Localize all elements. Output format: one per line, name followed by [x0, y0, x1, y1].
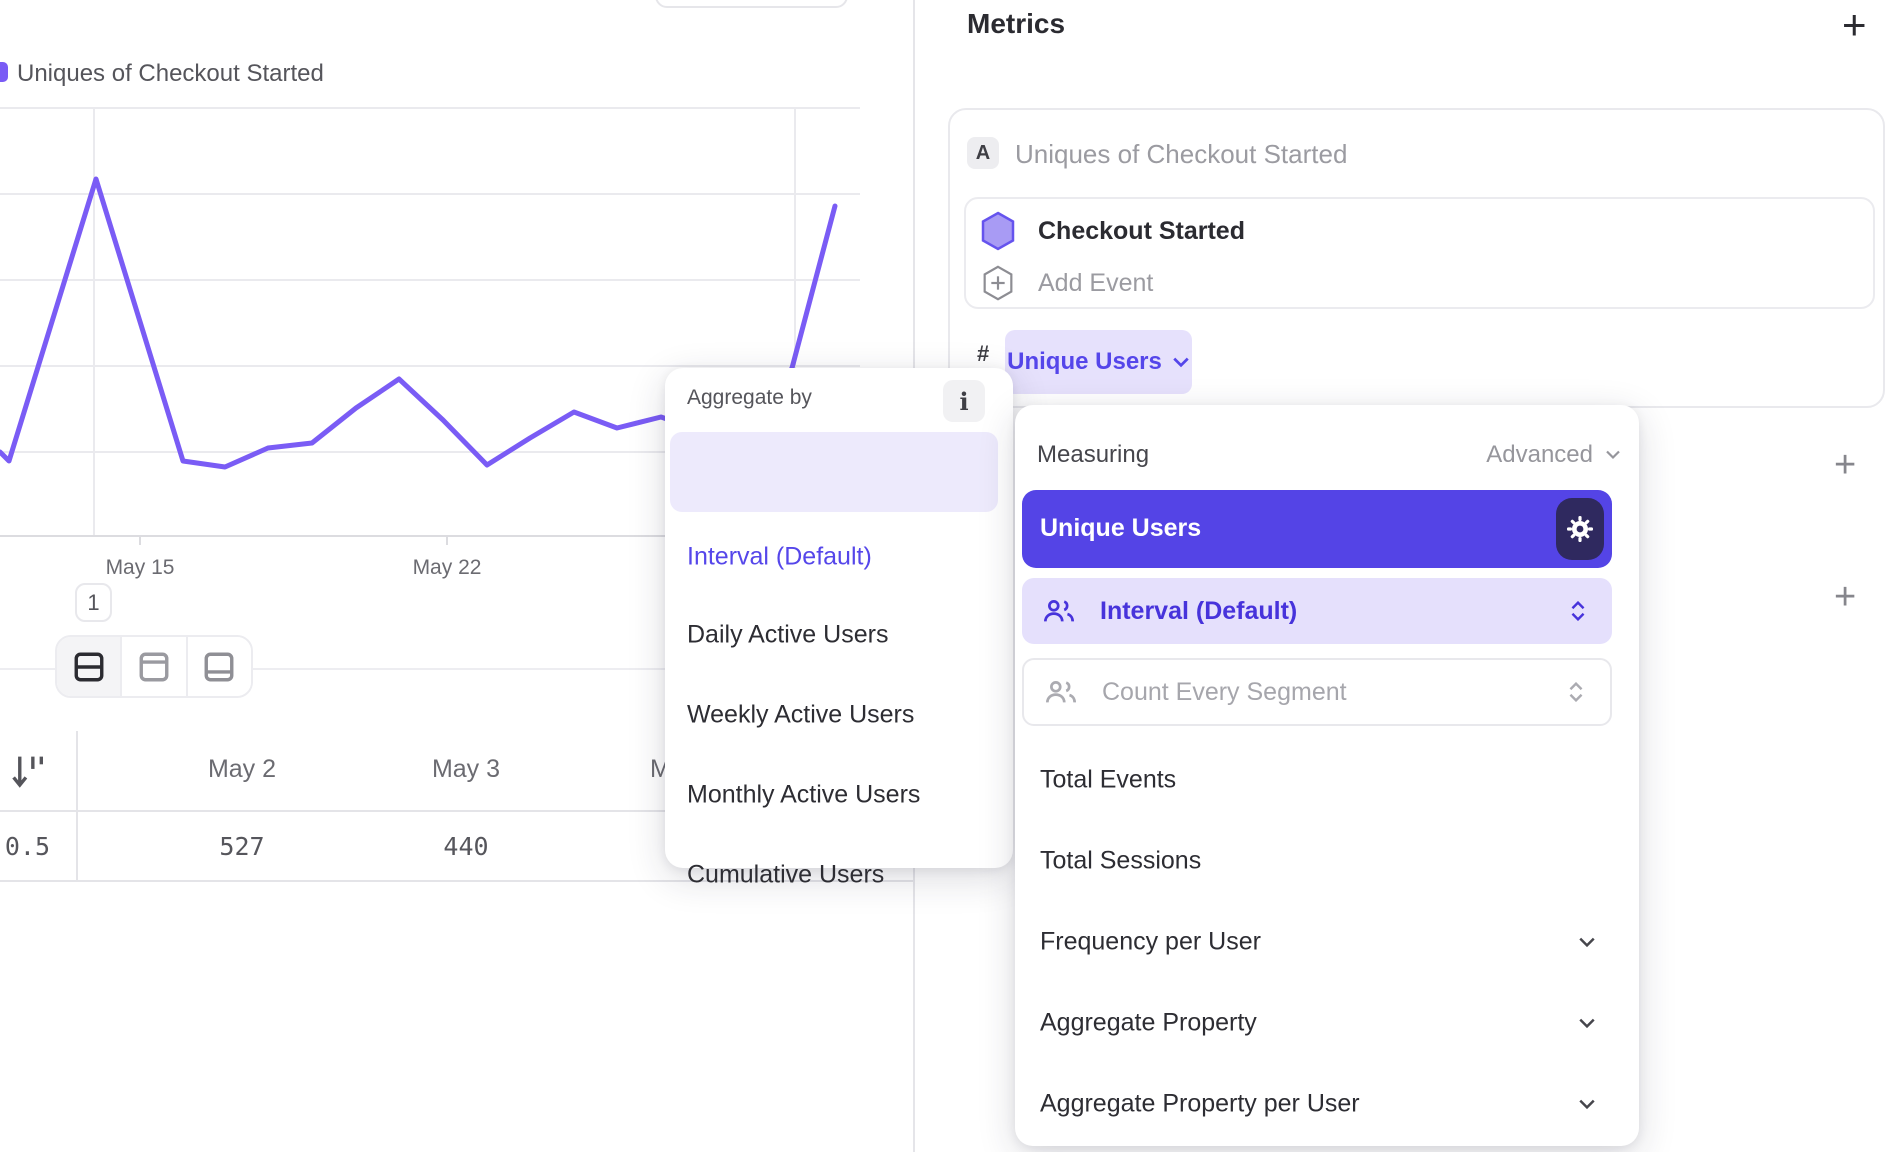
add-filter-button[interactable]: +: [1834, 446, 1856, 484]
x-axis-tick-may15: May 15: [80, 556, 200, 580]
measuring-title: Measuring: [1037, 441, 1149, 469]
aggregate-by-popover: Aggregate by i Interval (Default) Daily …: [665, 368, 1013, 868]
event-card: Checkout Started Add Event: [964, 197, 1875, 309]
aggregate-selected-highlight: [670, 432, 998, 512]
table-header-col1[interactable]: May 2: [162, 755, 322, 784]
event-name: Checkout Started: [1038, 217, 1245, 246]
layout-toggle-header-top[interactable]: [122, 637, 187, 696]
menu-item-aggregate-property-per-user[interactable]: Aggregate Property per User: [1040, 1090, 1520, 1119]
settings-gear-button[interactable]: [1556, 498, 1604, 560]
chevron-down-icon[interactable]: [1605, 449, 1621, 460]
event-hexagon-icon: [980, 210, 1016, 252]
menu-item-frequency-per-user[interactable]: Frequency per User: [1040, 928, 1520, 957]
menu-item-weekly-active-users[interactable]: Weekly Active Users: [687, 701, 987, 730]
page-number-chip[interactable]: 1: [75, 583, 112, 622]
number-type-icon: #: [977, 341, 989, 367]
up-down-chevron-icon: [1570, 601, 1586, 621]
menu-item-aggregate-property[interactable]: Aggregate Property: [1040, 1009, 1520, 1038]
table-header-col2[interactable]: May 3: [386, 755, 546, 784]
table-column-divider: [76, 731, 78, 881]
table-cell-may3: 440: [386, 832, 546, 861]
x-axis-tick-may22: May 22: [387, 556, 507, 580]
page-number: 1: [87, 590, 99, 616]
aggregate-by-title: Aggregate by: [687, 386, 812, 410]
metric-card: A Uniques of Checkout Started Checkout S…: [948, 108, 1885, 408]
layout-toggle-footer-bottom[interactable]: [188, 637, 251, 696]
add-event-hexagon-icon: [980, 263, 1016, 303]
users-icon: [1042, 598, 1076, 624]
menu-item-total-sessions[interactable]: Total Sessions: [1040, 847, 1520, 876]
count-every-segment-label: Count Every Segment: [1102, 678, 1347, 707]
gear-icon: [1565, 514, 1595, 544]
measure-dropdown-button[interactable]: Unique Users: [1005, 330, 1192, 394]
add-metric-button[interactable]: +: [1842, 4, 1867, 46]
metrics-panel-title: Metrics: [967, 8, 1065, 40]
event-row[interactable]: Checkout Started: [978, 207, 1858, 255]
table-row-label: 0.5: [0, 832, 50, 861]
interval-selector-row[interactable]: Interval (Default): [1022, 578, 1612, 644]
menu-item-daily-active-users[interactable]: Daily Active Users: [687, 621, 987, 650]
menu-item-cumulative-users[interactable]: Cumulative Users: [687, 861, 987, 890]
chevron-down-icon[interactable]: [1578, 936, 1596, 948]
measure-dropdown-label: Unique Users: [1007, 348, 1162, 376]
add-event-row[interactable]: Add Event: [978, 261, 1858, 305]
table-cell-may2: 527: [162, 832, 322, 861]
menu-item-total-events[interactable]: Total Events: [1040, 766, 1520, 795]
sort-icon[interactable]: [12, 752, 46, 797]
count-every-segment-row[interactable]: Count Every Segment: [1022, 658, 1612, 726]
menu-item-interval-default[interactable]: Interval (Default): [687, 543, 987, 572]
add-breakdown-button[interactable]: +: [1834, 578, 1856, 616]
chevron-down-icon: [1172, 356, 1190, 368]
add-event-label: Add Event: [1038, 269, 1153, 298]
metric-name[interactable]: Uniques of Checkout Started: [1015, 139, 1347, 170]
footer-bottom-icon: [202, 650, 236, 684]
measuring-selected-label: Unique Users: [1040, 514, 1201, 543]
chevron-down-icon[interactable]: [1578, 1017, 1596, 1029]
app-root: Uniques of Checkout Started May 15 May 2…: [0, 0, 1898, 1152]
measuring-popover: Measuring Advanced Unique Users: [1015, 405, 1639, 1146]
measuring-selected-row[interactable]: Unique Users: [1022, 490, 1612, 568]
users-icon: [1044, 679, 1078, 705]
metric-letter-badge: A: [967, 137, 999, 169]
layout-toggle-split-rows[interactable]: [57, 637, 122, 696]
info-icon[interactable]: i: [943, 380, 985, 422]
up-down-chevron-icon: [1568, 682, 1584, 702]
advanced-toggle[interactable]: Advanced: [1486, 441, 1593, 469]
menu-item-monthly-active-users[interactable]: Monthly Active Users: [687, 781, 987, 810]
split-rows-icon: [72, 650, 106, 684]
layout-toggle-group: [55, 635, 253, 698]
chevron-down-icon[interactable]: [1578, 1098, 1596, 1110]
interval-selector-label: Interval (Default): [1100, 597, 1297, 626]
header-top-icon: [137, 650, 171, 684]
